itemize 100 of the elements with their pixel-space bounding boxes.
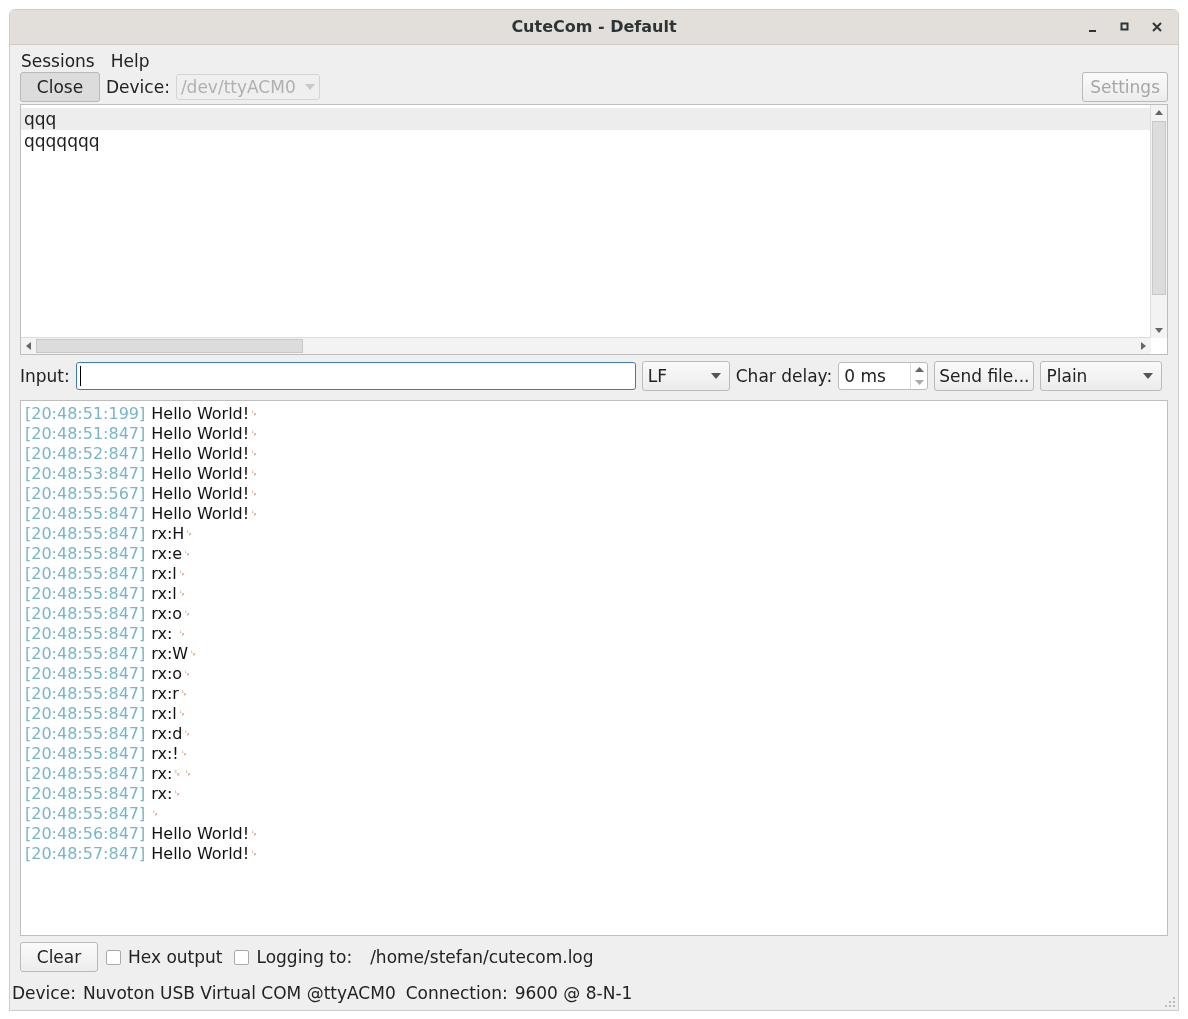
log-timestamp: [20:48:51:199] xyxy=(25,404,146,425)
log-timestamp: [20:48:52:847] xyxy=(25,444,146,465)
char-delay-label: Char delay: xyxy=(735,365,833,386)
log-message: rx:! xyxy=(151,744,179,765)
history-line[interactable]: qqqqqqq xyxy=(21,129,1151,152)
control-char-mark: ␊ xyxy=(250,467,259,482)
control-char-mark: ␊ xyxy=(177,587,186,602)
line-ending-dropdown[interactable]: LF xyxy=(641,360,730,391)
control-char-mark: ␊ xyxy=(250,507,259,522)
log-message: rx:o xyxy=(151,664,183,685)
control-char-mark: ␊ xyxy=(179,747,188,762)
log-timestamp: [20:48:55:847] xyxy=(25,744,146,765)
log-message: rx:W xyxy=(151,644,189,665)
log-message: Hello World! xyxy=(151,464,250,485)
log-timestamp: [20:48:55:567] xyxy=(25,484,146,505)
log-message: rx: xyxy=(151,764,173,785)
log-message: Hello World! xyxy=(151,424,250,445)
control-char-mark: ␊ xyxy=(183,727,192,742)
scrollbar-thumb[interactable] xyxy=(36,338,303,353)
window-title: CuteCom - Default xyxy=(511,17,677,37)
checkbox[interactable] xyxy=(234,949,250,965)
control-char-mark: ␊ xyxy=(250,827,259,842)
log-message: Hello World! xyxy=(151,504,250,525)
log-timestamp: [20:48:55:847] xyxy=(25,584,146,605)
status-device-label: Device: xyxy=(12,983,76,1004)
log-timestamp: [20:48:55:847] xyxy=(25,604,146,625)
close-button[interactable]: Close xyxy=(20,72,100,103)
horizontal-scrollbar[interactable] xyxy=(21,336,1151,354)
control-char-mark: ␊ xyxy=(179,687,188,702)
log-file-path: /home/stefan/cutecom.log xyxy=(370,947,594,968)
log-message: Hello World! xyxy=(151,484,250,505)
logging-label[interactable]: Logging to: xyxy=(256,947,353,968)
log-timestamp: [20:48:57:847] xyxy=(25,844,146,865)
control-char-mark: ␊ xyxy=(250,447,259,462)
log-timestamp: [20:48:55:847] xyxy=(25,724,146,745)
control-char-mark: ␊ xyxy=(183,667,192,682)
control-char-mark: ␊ xyxy=(151,807,160,822)
log-timestamp: [20:48:55:847] xyxy=(25,504,146,525)
maximize-icon[interactable] xyxy=(1118,20,1132,34)
up-arrow-icon[interactable] xyxy=(1155,109,1163,115)
log-timestamp: [20:48:55:847] xyxy=(25,524,146,545)
hex-output-label[interactable]: Hex output xyxy=(128,947,223,968)
right-arrow-icon[interactable] xyxy=(1141,341,1146,350)
left-arrow-icon[interactable] xyxy=(26,341,31,350)
char-delay-spinbox[interactable]: 0 ms xyxy=(838,361,929,390)
status-connection-label: Connection: xyxy=(405,983,508,1004)
log-message: rx:e xyxy=(151,544,183,565)
checkbox[interactable] xyxy=(106,949,121,965)
log-message: Hello World! xyxy=(151,404,250,425)
control-char-mark: ␊ xyxy=(250,487,259,502)
log-timestamp: [20:48:55:847] xyxy=(25,784,146,805)
device-label: Device: xyxy=(106,77,170,98)
down-arrow-icon[interactable] xyxy=(914,379,924,385)
log-timestamp: [20:48:55:847] xyxy=(25,704,146,725)
log-timestamp: [20:48:55:847] xyxy=(25,644,146,665)
caret-icon xyxy=(304,84,315,91)
log-message: rx:r xyxy=(151,684,179,705)
log-timestamp: [20:48:55:847] xyxy=(25,684,146,705)
log-timestamp: [20:48:55:847] xyxy=(25,544,146,565)
status-connection: 9600 @ 8-N-1 xyxy=(514,983,633,1004)
control-char-mark: ␊ xyxy=(177,567,186,582)
clear-button[interactable]: Clear xyxy=(20,942,98,973)
control-char-mark: ␊ xyxy=(250,847,259,862)
resize-grip-icon[interactable] xyxy=(1164,996,1176,1008)
log-message: rx:l xyxy=(151,584,177,605)
menu-item[interactable]: Sessions xyxy=(21,50,95,72)
scrollbar-thumb[interactable] xyxy=(1152,120,1166,295)
control-char-mark: ␍ ␊ xyxy=(173,767,193,782)
control-char-mark: ␊ xyxy=(185,527,194,542)
input-field[interactable] xyxy=(75,361,636,390)
vertical-scrollbar[interactable] xyxy=(1150,104,1167,338)
menu-item[interactable]: Help xyxy=(110,50,150,72)
log-message: rx:l xyxy=(151,704,177,725)
log-timestamp: [20:48:55:847] xyxy=(25,664,146,685)
log-timestamp: [20:48:51:847] xyxy=(25,424,146,445)
log-message: rx:H xyxy=(151,524,185,545)
log-timestamp: [20:48:56:847] xyxy=(25,824,146,845)
control-char-mark: ␊ xyxy=(250,407,259,422)
log-message: rx: xyxy=(151,624,174,645)
control-char-mark: ␊ xyxy=(183,607,192,622)
control-char-mark: ␊ xyxy=(178,627,187,642)
format-dropdown[interactable]: Plain xyxy=(1040,360,1163,391)
status-device: Nuvoton USB Virtual COM @ttyACM0 xyxy=(82,983,396,1004)
log-message: rx:o xyxy=(151,604,183,625)
log-message: rx:l xyxy=(151,564,177,585)
control-char-mark: ␊ xyxy=(183,547,192,562)
log-message: Hello World! xyxy=(151,824,250,845)
up-arrow-icon[interactable] xyxy=(914,366,924,372)
send-file-button[interactable]: Send file... xyxy=(934,360,1035,391)
log-message: Hello World! xyxy=(151,444,250,465)
log-timestamp: [20:48:55:847] xyxy=(25,764,146,785)
down-arrow-icon[interactable] xyxy=(1155,327,1163,333)
log-timestamp: [20:48:53:847] xyxy=(25,464,146,485)
log-timestamp: [20:48:55:847] xyxy=(25,804,146,825)
log-message: Hello World! xyxy=(151,844,250,865)
control-char-mark: ␊ xyxy=(189,647,198,662)
log-message: rx:d xyxy=(151,724,183,745)
caret-icon xyxy=(710,372,721,379)
close-icon[interactable] xyxy=(1150,20,1164,34)
caret-icon xyxy=(1143,372,1154,379)
